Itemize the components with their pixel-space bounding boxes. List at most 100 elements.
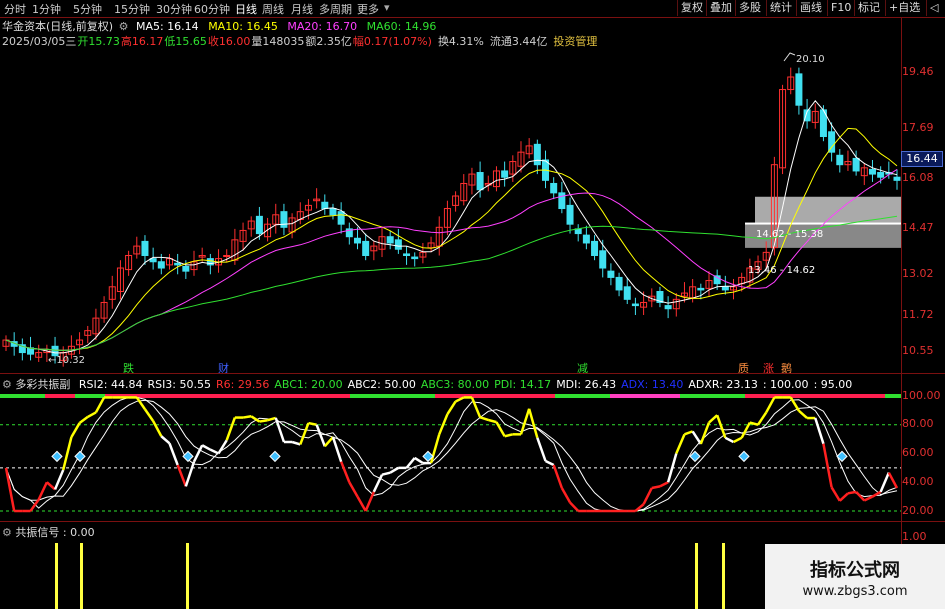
f10-button[interactable]: F10 <box>827 0 854 16</box>
r6-segment <box>291 440 301 446</box>
diamond-icon <box>738 450 750 463</box>
r6-segment <box>217 439 228 455</box>
signal-bar <box>695 543 698 609</box>
candle-body <box>501 170 509 178</box>
trend-band <box>45 394 75 398</box>
r6-segment <box>544 459 555 467</box>
candlestick-chart[interactable]: 20.10 ←10.32 14.62 - 15.38 13.46 - 14.62 <box>0 17 901 369</box>
r6-segment <box>389 466 399 474</box>
candle-body <box>141 240 149 256</box>
candle-body <box>615 276 623 291</box>
r6-segment <box>192 444 204 463</box>
collapse-icon[interactable]: ◁ <box>926 0 941 16</box>
mark-button[interactable]: 标记 <box>854 0 883 16</box>
tab-15min[interactable]: 15分钟 <box>114 1 150 17</box>
more-caret-icon[interactable]: ▾ <box>384 1 390 14</box>
candle-body <box>591 240 599 256</box>
add-favorite-button[interactable]: +自选 <box>885 0 923 16</box>
statistics-button[interactable]: 统计 <box>766 0 795 16</box>
candle-body <box>558 192 566 210</box>
r6-segment <box>708 414 719 424</box>
r6-segment <box>87 411 97 419</box>
multi-stock-button[interactable]: 多股 <box>735 0 764 16</box>
candle-body <box>877 172 885 178</box>
indicator-chart[interactable] <box>0 389 901 519</box>
tab-30min[interactable]: 30分钟 <box>156 1 192 17</box>
r6-segment <box>642 487 653 505</box>
watermark: 指标公式网 www.zbgs3.com <box>765 544 945 609</box>
r6-segment <box>348 481 359 498</box>
r6-segment <box>37 481 49 501</box>
r6-segment <box>94 396 106 414</box>
r6-segment <box>381 471 391 476</box>
r6-segment <box>504 433 514 438</box>
tab-daily[interactable]: 日线 <box>235 1 257 17</box>
r6-segment <box>267 416 277 422</box>
r6-segment <box>364 491 375 512</box>
tab-5min[interactable]: 5分钟 <box>73 1 102 17</box>
r6-segment <box>487 418 497 424</box>
trend-band <box>680 394 745 398</box>
candle-body <box>337 211 345 225</box>
candle-body <box>280 211 288 228</box>
r6-segment <box>152 420 163 437</box>
trend-band <box>885 394 901 398</box>
diamond-icon <box>51 450 63 463</box>
panel-divider-2 <box>0 521 945 522</box>
candle-body <box>550 182 558 194</box>
candle-body <box>182 265 190 272</box>
candle-body <box>394 239 402 250</box>
tab-multi-period[interactable]: 多周期 <box>319 1 352 17</box>
low-price-label: ←10.32 <box>48 355 85 366</box>
candle-body <box>533 143 541 166</box>
candle-body <box>795 73 803 106</box>
draw-line-button[interactable]: 画线 <box>796 0 825 16</box>
zone-label-upper: 14.62 - 15.38 <box>756 229 823 240</box>
tab-fenshi[interactable]: 分时 <box>4 1 26 17</box>
price-axis-label: 13.02 <box>902 267 934 280</box>
candle-body <box>353 237 361 244</box>
tab-60min[interactable]: 60分钟 <box>194 1 230 17</box>
restore-rights-button[interactable]: 复权 <box>677 0 706 16</box>
tab-more[interactable]: 更多 <box>357 1 379 17</box>
candle-body <box>223 254 231 257</box>
trend-band <box>75 394 105 398</box>
r6-segment <box>560 487 572 504</box>
high-arrow <box>783 52 796 62</box>
candle-body <box>476 172 484 191</box>
trend-band <box>435 394 555 398</box>
r6-segment <box>765 396 776 414</box>
candle-body <box>599 250 607 269</box>
r6-segment <box>143 408 155 422</box>
r6-segment <box>552 464 564 489</box>
r6-segment <box>863 495 874 502</box>
tab-1min[interactable]: 1分钟 <box>32 1 61 17</box>
r6-segment <box>470 396 482 418</box>
overlay-button[interactable]: 叠加 <box>706 0 735 16</box>
r6-segment <box>62 436 73 471</box>
tab-weekly[interactable]: 周线 <box>262 1 284 17</box>
r6-segment <box>715 414 727 439</box>
r6-segment <box>201 444 211 451</box>
candle-body <box>321 201 329 210</box>
indicator-axis-label: 80.00 <box>902 417 934 430</box>
candle-body <box>868 168 876 175</box>
watermark-url: www.zbgs3.com <box>802 584 908 599</box>
candle-body <box>828 131 836 153</box>
high-price-label: 20.10 <box>796 54 825 65</box>
watermark-title: 指标公式网 <box>810 560 900 581</box>
r6-segment <box>438 413 449 435</box>
diamond-icon <box>182 450 194 463</box>
price-axis-label: 10.55 <box>902 344 934 357</box>
candle-body <box>852 157 860 172</box>
indicator-axis-label: 100.00 <box>902 389 941 402</box>
indicator-axis-label: 40.00 <box>902 475 934 488</box>
indicator-axis-label: 20.00 <box>902 504 934 517</box>
panel-divider <box>0 373 945 374</box>
tab-monthly[interactable]: 月线 <box>291 1 313 17</box>
indicator-axis-label: 60.00 <box>902 446 934 459</box>
candle-body <box>157 261 165 269</box>
r6-segment <box>209 448 220 455</box>
r6-segment <box>299 422 310 445</box>
candle-body <box>403 253 411 256</box>
